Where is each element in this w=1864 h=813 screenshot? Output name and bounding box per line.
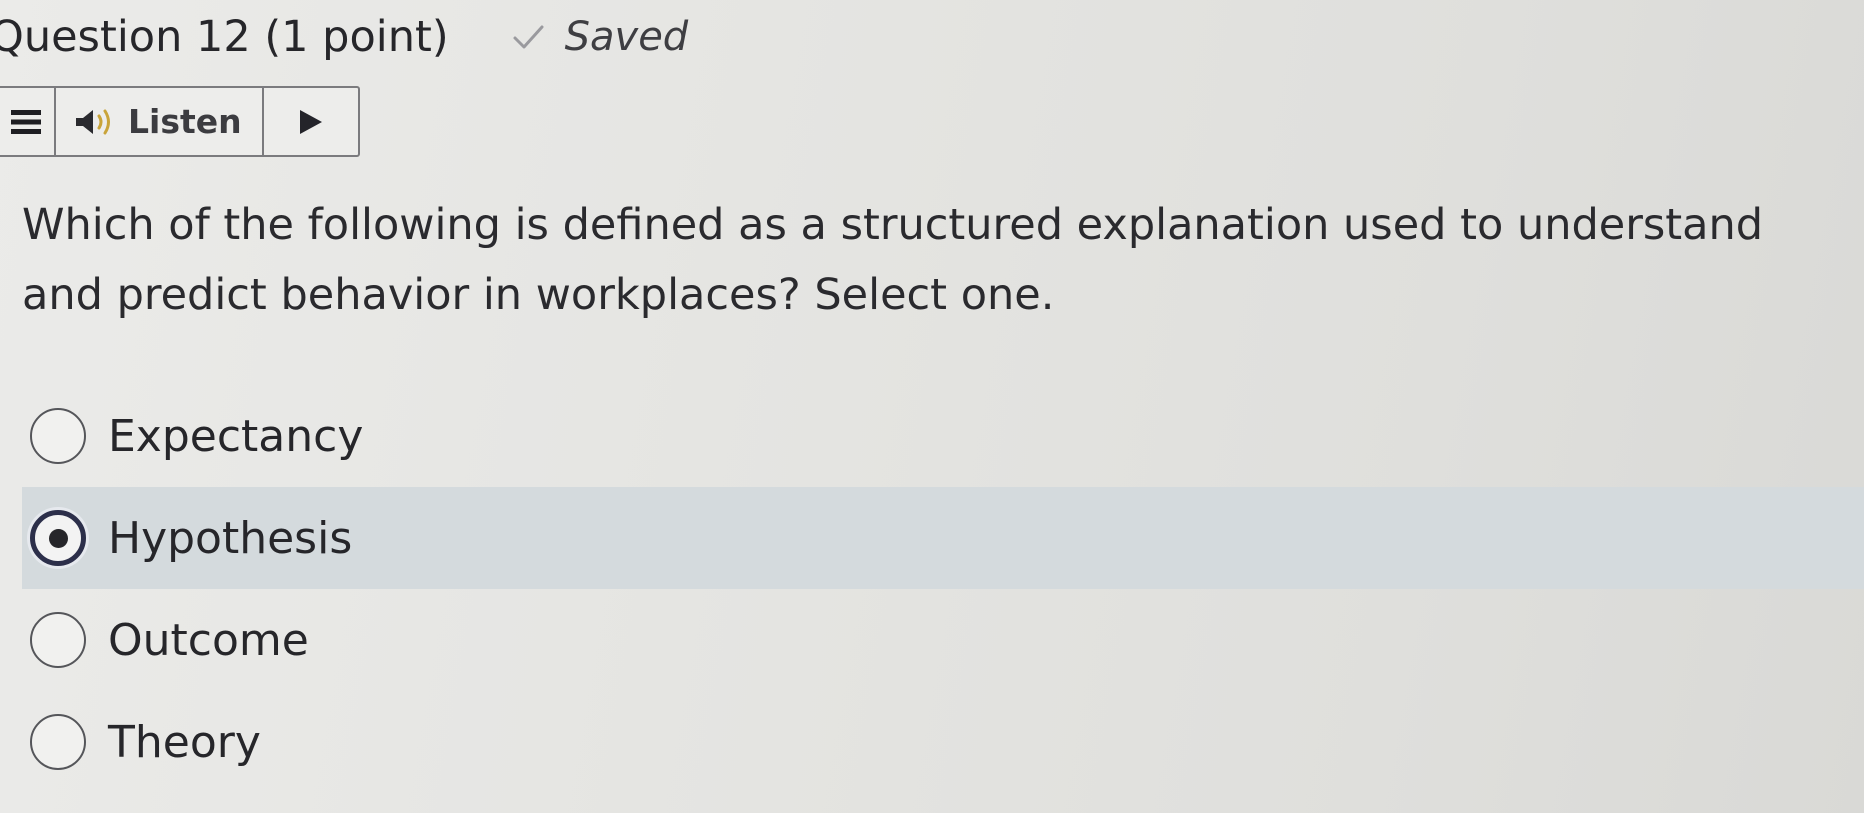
radio-button[interactable] [30,714,86,770]
option-outcome[interactable]: Outcome [22,589,1864,691]
option-theory[interactable]: Theory [22,691,1864,793]
question-header: Question 12 (1 point) Saved [0,12,688,62]
question-title: Question 12 (1 point) [0,12,449,62]
radio-button[interactable] [30,612,86,668]
answer-options: Expectancy Hypothesis Outcome Theory [22,385,1864,793]
option-label: Outcome [108,614,309,666]
listen-label: Listen [128,102,242,141]
option-expectancy[interactable]: Expectancy [22,385,1864,487]
listen-button[interactable]: Listen [56,88,264,155]
option-label: Expectancy [108,410,364,462]
option-hypothesis[interactable]: Hypothesis [22,487,1864,589]
speaker-icon [76,109,110,134]
saved-status-label: Saved [564,14,689,60]
hamburger-menu-icon [11,109,41,134]
radio-button[interactable] [30,408,86,464]
radio-button-selected[interactable] [30,510,86,566]
play-button[interactable] [264,88,358,155]
listen-toolbar: Listen [0,86,360,157]
listen-menu-button[interactable] [0,88,56,155]
option-label: Hypothesis [108,512,353,564]
question-prompt: Which of the following is defined as a s… [22,200,1764,320]
checkmark-icon [513,25,544,49]
play-icon [300,109,322,134]
saved-status: Saved [511,14,689,60]
radio-dot-icon [48,528,68,548]
option-label: Theory [108,716,261,768]
